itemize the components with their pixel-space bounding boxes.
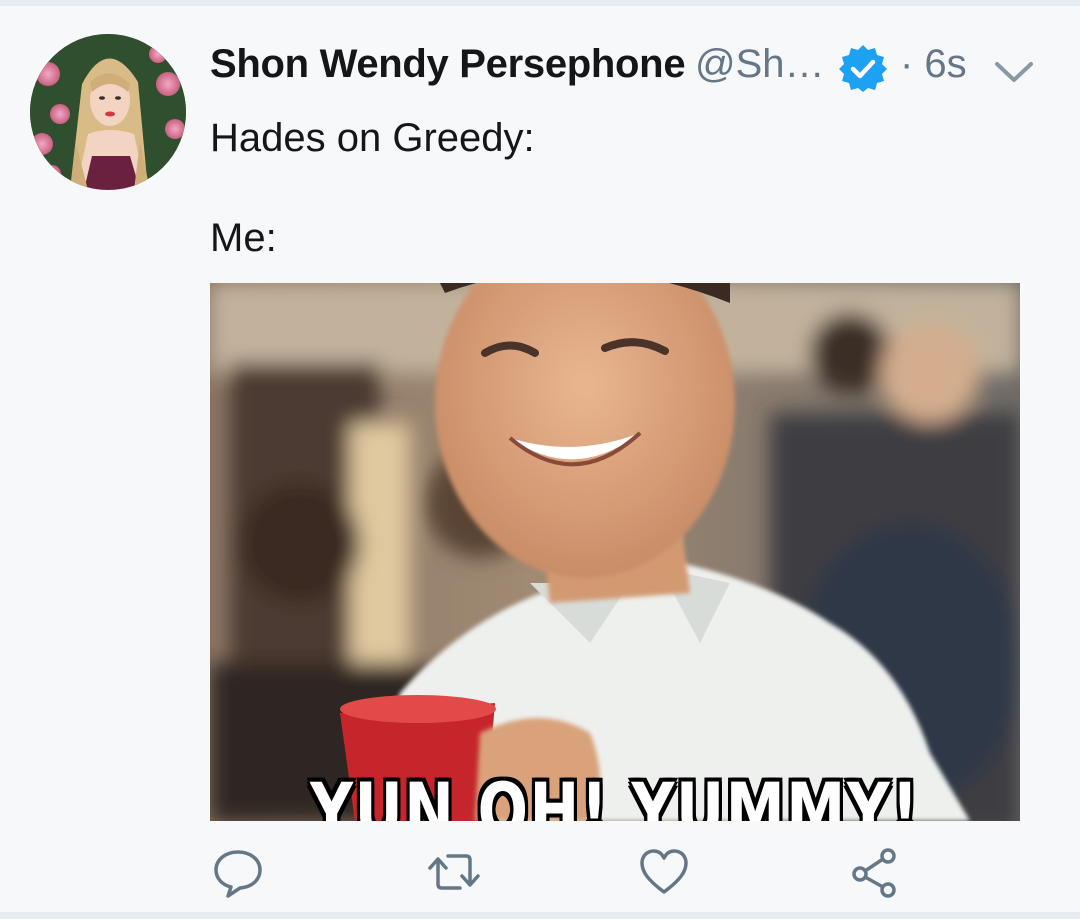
bottom-divider bbox=[0, 912, 1080, 919]
avatar[interactable] bbox=[30, 34, 186, 190]
avatar-image bbox=[30, 34, 186, 190]
heart-icon[interactable] bbox=[636, 844, 692, 900]
share-icon[interactable] bbox=[846, 844, 902, 900]
tweet-actions bbox=[210, 844, 1020, 914]
tweet-card[interactable]: Shon Wendy Persephone @Sh… · 6s Hades on… bbox=[0, 6, 1080, 919]
verified-badge-icon bbox=[838, 44, 888, 94]
meme-caption: YUN OH! YUMMY! bbox=[310, 766, 920, 821]
meme-photo bbox=[210, 283, 1020, 821]
tweet-text-line-2: Me: bbox=[210, 216, 277, 260]
tweet-header: Shon Wendy Persephone @Sh… · 6s bbox=[210, 40, 1040, 100]
user-handle[interactable]: @Sh… bbox=[695, 42, 825, 87]
display-name[interactable]: Shon Wendy Persephone bbox=[210, 42, 686, 87]
retweet-icon[interactable] bbox=[426, 844, 482, 900]
tweet-media-image[interactable]: YUN OH! YUMMY! bbox=[210, 283, 1020, 821]
timestamp[interactable]: · 6s bbox=[900, 42, 967, 87]
tweet-text-line-1: Hades on Greedy: bbox=[210, 116, 535, 160]
reply-icon[interactable] bbox=[210, 844, 266, 900]
chevron-down-icon[interactable] bbox=[993, 60, 1035, 86]
